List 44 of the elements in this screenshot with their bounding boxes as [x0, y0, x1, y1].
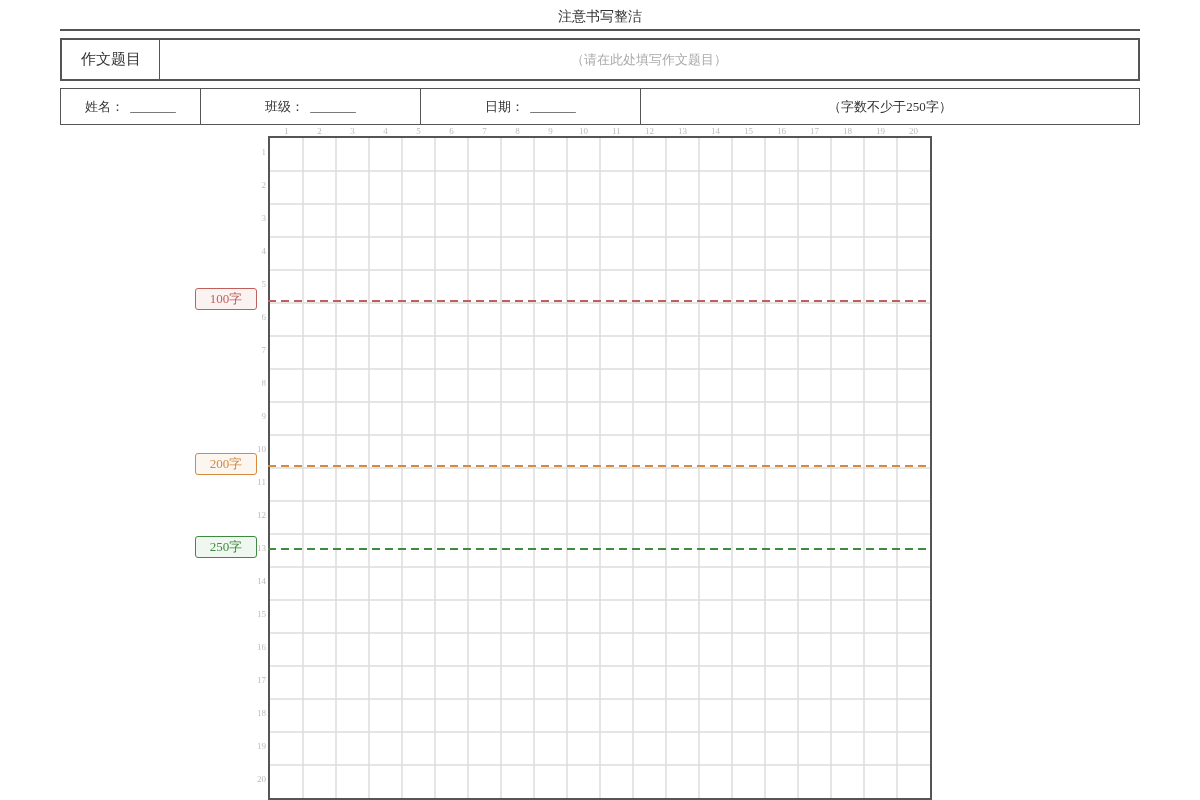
row-number: 4: [261, 247, 266, 256]
column-number: 20: [909, 126, 918, 136]
fill-in-line[interactable]: _______: [310, 96, 356, 117]
column-number: 1: [284, 126, 289, 136]
topic-field[interactable]: （请在此处填写作文题目）: [160, 38, 1140, 81]
column-number: 4: [383, 126, 388, 136]
column-number: 2: [317, 126, 322, 136]
row-number: 12: [257, 511, 266, 520]
column-number: 14: [711, 126, 720, 136]
row-number: 16: [257, 643, 266, 652]
row-number: 20: [257, 775, 266, 784]
row-number: 19: [257, 742, 266, 751]
row-number: 14: [257, 577, 266, 586]
row-number: 11: [257, 478, 266, 487]
column-number: 18: [843, 126, 852, 136]
row-number: 18: [257, 709, 266, 718]
field-label: 班级：: [265, 97, 305, 116]
column-number: 15: [744, 126, 753, 136]
column-number: 10: [579, 126, 588, 136]
word-count-tag: 250字: [195, 535, 257, 558]
row-number: 13: [257, 544, 266, 553]
word-count-requirement: （字数不少于250字）: [828, 97, 952, 116]
word-count-tag: 100字: [195, 288, 257, 310]
word-count-tag: 200字: [195, 453, 257, 475]
column-number: 7: [482, 126, 487, 136]
column-number: 17: [810, 126, 819, 136]
row-number: 8: [261, 379, 266, 388]
row-number: 6: [261, 313, 266, 322]
fill-in-line[interactable]: _______: [530, 96, 576, 117]
column-number: 13: [678, 126, 687, 136]
field-label: 日期：: [485, 97, 525, 116]
field-label: 姓名：: [85, 97, 125, 116]
page-title: 注意书写整洁: [558, 9, 642, 24]
column-number: 16: [777, 126, 786, 136]
row-number: 17: [257, 676, 266, 685]
column-number: 5: [416, 126, 421, 136]
fill-in-line[interactable]: _______: [130, 96, 176, 117]
column-number: 11: [612, 126, 621, 136]
row-number: 10: [257, 445, 266, 454]
row-number: 15: [257, 610, 266, 619]
row-number: 2: [261, 181, 266, 190]
column-number: 19: [876, 126, 885, 136]
topic-label: 作文题目: [60, 38, 160, 81]
column-number: 12: [645, 126, 654, 136]
